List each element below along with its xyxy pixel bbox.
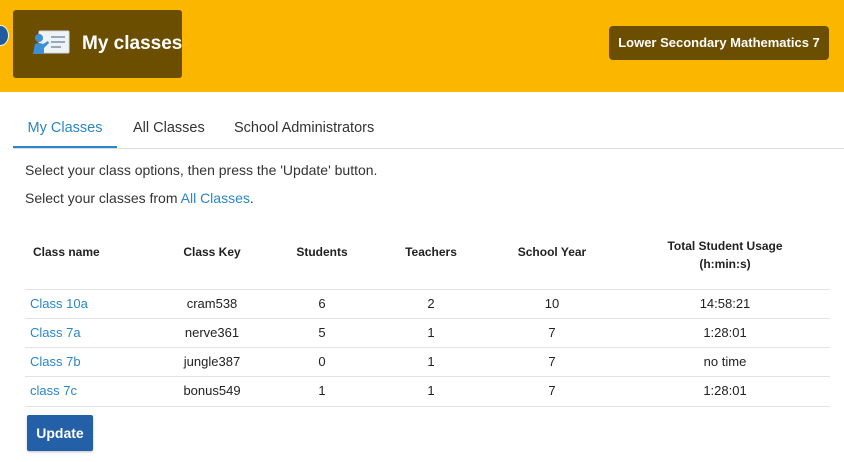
school-year: 7 — [548, 383, 556, 398]
tab-all-classes[interactable]: All Classes — [133, 110, 205, 147]
instruction-suffix: . — [249, 190, 254, 206]
presentation-board-icon — [33, 30, 70, 54]
update-button[interactable]: Update — [27, 415, 93, 451]
class-key: jungle387 — [183, 354, 241, 369]
teachers-count: 1 — [427, 354, 435, 369]
class-key: bonus549 — [183, 383, 241, 398]
class-name-link[interactable]: Class 10a — [30, 290, 88, 319]
teachers-count: 1 — [427, 325, 435, 340]
school-year: 10 — [544, 296, 560, 311]
side-toggle-handle[interactable] — [0, 25, 9, 46]
school-year: 7 — [548, 325, 556, 340]
table-row: class 7c bonus549 1 1 7 1:28:01 — [25, 376, 830, 407]
total-usage: 14:58:21 — [699, 296, 751, 311]
teachers-count: 1 — [427, 383, 435, 398]
teachers-count: 2 — [427, 296, 435, 311]
students-count: 0 — [318, 354, 326, 369]
course-badge[interactable]: Lower Secondary Mathematics 7 — [609, 26, 829, 60]
table-row: Class 10a cram538 6 2 10 14:58:21 — [25, 289, 830, 319]
total-usage: 1:28:01 — [703, 383, 747, 398]
instruction-prefix: Select your classes from — [25, 190, 181, 206]
class-name-link[interactable]: class 7c — [30, 377, 77, 406]
table-row: Class 7b jungle387 0 1 7 no time — [25, 347, 830, 377]
tab-school-administrators[interactable]: School Administrators — [234, 110, 374, 147]
header-bar: My classes Lower Secondary Mathematics 7 — [0, 0, 844, 92]
class-name-link[interactable]: Class 7a — [30, 319, 81, 348]
header-usage-unit: (h:min:s) — [699, 257, 751, 271]
instruction-text: Select your class options, then press th… — [25, 162, 378, 178]
students-count: 5 — [318, 325, 326, 340]
header-teachers: Teachers — [405, 245, 457, 259]
header-class-name: Class name — [33, 245, 100, 259]
tab-bar: My Classes All Classes School Administra… — [13, 110, 844, 149]
page-title: My classes — [82, 33, 183, 54]
students-count: 1 — [318, 383, 326, 398]
school-year: 7 — [548, 354, 556, 369]
total-usage: no time — [703, 354, 747, 369]
table-row: Class 7a nerve361 5 1 7 1:28:01 — [25, 318, 830, 348]
all-classes-link[interactable]: All Classes — [181, 190, 250, 206]
tab-my-classes[interactable]: My Classes — [13, 110, 117, 148]
page-title-box: My classes — [13, 10, 182, 78]
header-school-year: School Year — [517, 245, 587, 259]
students-count: 6 — [318, 296, 326, 311]
header-total-usage: Total Student Usage (h:min:s) — [640, 237, 810, 273]
header-usage-title: Total Student Usage — [667, 239, 783, 253]
header-students: Students — [296, 245, 348, 259]
header-class-key: Class Key — [183, 245, 241, 259]
total-usage: 1:28:01 — [703, 325, 747, 340]
class-name-link[interactable]: Class 7b — [30, 348, 81, 377]
class-key: nerve361 — [184, 325, 240, 340]
class-key: cram538 — [186, 296, 238, 311]
instruction-line-2: Select your classes from All Classes. — [25, 190, 254, 206]
